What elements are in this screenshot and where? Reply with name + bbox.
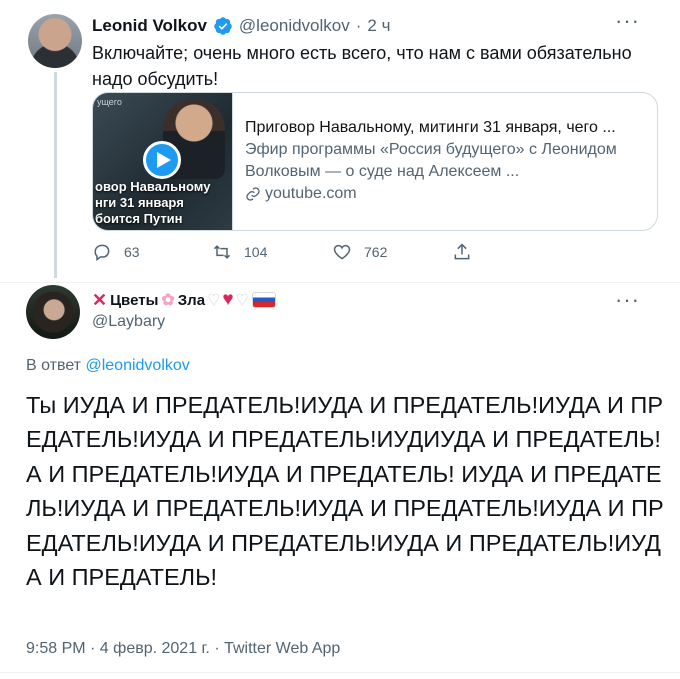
thumbnail-caption-line: нги 31 января bbox=[95, 195, 184, 210]
cross-mark-icon: ✕ bbox=[92, 289, 108, 310]
more-options-icon[interactable]: ··· bbox=[615, 10, 640, 32]
heart-icon bbox=[333, 244, 351, 260]
card-thumbnail[interactable]: ущего овор Навальному нги 31 января боит… bbox=[93, 93, 233, 230]
thumbnail-small-text: ущего bbox=[97, 97, 122, 107]
retweet-count: 104 bbox=[244, 244, 268, 260]
tweet-header: Leonid Volkov @leonidvolkov · 2 ч bbox=[92, 14, 390, 38]
card-description: Эфир программы «Россия будущего» с Леони… bbox=[245, 141, 617, 180]
reply-text: Ты ИУДА И ПРЕДАТЕЛЬ!ИУДА И ПРЕДАТЕЛЬ!ИУД… bbox=[26, 392, 664, 591]
reply-author-name[interactable]: ✕ Цветы ✿ Зла ♥ ♥ ♥ bbox=[92, 290, 275, 310]
share-button[interactable] bbox=[452, 242, 572, 262]
reply-count: 63 bbox=[124, 244, 140, 260]
share-icon bbox=[454, 243, 470, 260]
reply-icon bbox=[94, 244, 110, 261]
flower-icon: ✿ bbox=[161, 292, 175, 309]
reply-to-handle-link[interactable]: @leonidvolkov bbox=[85, 357, 189, 374]
author-name-text: Зла bbox=[177, 291, 206, 309]
divider bbox=[0, 672, 680, 673]
author-handle[interactable]: @leonidvolkov bbox=[239, 16, 350, 36]
retweet-button[interactable]: 104 bbox=[212, 242, 332, 262]
link-preview-card[interactable]: ущего овор Навальному нги 31 января боит… bbox=[92, 92, 658, 231]
red-heart-icon: ♥ bbox=[222, 289, 234, 310]
thread-line bbox=[54, 72, 57, 278]
avatar[interactable] bbox=[26, 285, 80, 339]
white-heart-icon: ♥ bbox=[236, 289, 248, 310]
reply-button[interactable]: 63 bbox=[92, 242, 212, 262]
reply-author-handle[interactable]: @Laybary bbox=[92, 313, 165, 331]
tweet-actions: 63 104 762 bbox=[92, 240, 572, 264]
card-domain-text: youtube.com bbox=[265, 185, 357, 202]
like-count: 762 bbox=[364, 244, 388, 260]
russia-flag-icon bbox=[252, 293, 275, 307]
verified-badge-icon bbox=[213, 16, 233, 36]
link-icon bbox=[246, 187, 260, 201]
divider bbox=[0, 282, 680, 283]
white-heart-icon: ♥ bbox=[208, 289, 220, 310]
thumbnail-caption: овор Навальному нги 31 января боится Пут… bbox=[93, 179, 232, 227]
author-name-text: Цветы bbox=[110, 291, 159, 309]
reply-prefix: В ответ bbox=[26, 357, 82, 374]
retweet-icon bbox=[213, 245, 231, 259]
thumbnail-caption-line: овор Навальному bbox=[95, 179, 211, 194]
card-title: Приговор Навальному, митинги 31 января, … bbox=[245, 119, 616, 136]
tweet-text: Включайте; очень много есть всего, что н… bbox=[92, 43, 632, 89]
tweet-meta[interactable]: 9:58 PM · 4 февр. 2021 г. · Twitter Web … bbox=[26, 640, 340, 658]
like-button[interactable]: 762 bbox=[332, 242, 452, 262]
tweet-time[interactable]: 2 ч bbox=[367, 16, 390, 36]
reply-context: В ответ @leonidvolkov bbox=[26, 357, 190, 375]
avatar[interactable] bbox=[28, 14, 82, 68]
card-body[interactable]: Приговор Навальному, митинги 31 января, … bbox=[233, 93, 657, 230]
card-domain: youtube.com bbox=[245, 183, 645, 205]
play-icon[interactable] bbox=[143, 141, 181, 179]
tweet-leonid-volkov[interactable]: Leonid Volkov @leonidvolkov · 2 ч ··· Вк… bbox=[0, 0, 680, 282]
separator-dot: · bbox=[355, 16, 362, 35]
thumbnail-caption-line: боится Путин bbox=[95, 211, 183, 226]
author-name[interactable]: Leonid Volkov bbox=[92, 16, 207, 36]
more-options-icon[interactable]: ··· bbox=[615, 289, 640, 311]
